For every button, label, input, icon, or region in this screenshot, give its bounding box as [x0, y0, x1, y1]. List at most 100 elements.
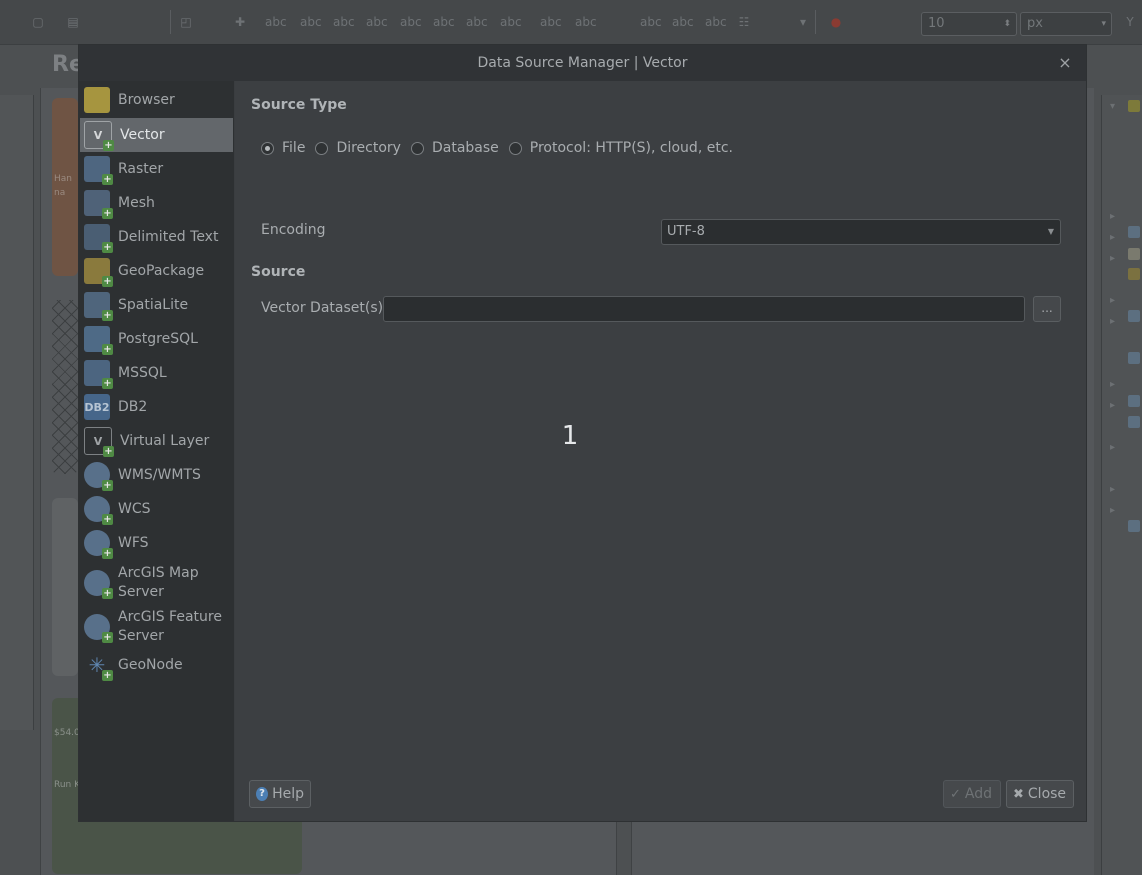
blank-thumbnail[interactable]: [52, 498, 78, 676]
add-node-icon[interactable]: ✚: [232, 14, 248, 30]
sidebar-item-postgresql[interactable]: + PostgreSQL: [80, 322, 233, 356]
tree-arrow-icon[interactable]: ▸: [1110, 211, 1115, 222]
label-tool-8-icon[interactable]: abc: [500, 14, 522, 30]
sidebar-item-mesh[interactable]: + Mesh: [80, 186, 233, 220]
sidebar-item-label: Vector: [120, 126, 165, 143]
map-thumbnail[interactable]: Han na: [52, 98, 78, 276]
sidebar-item-vector[interactable]: V + Vector: [80, 118, 233, 152]
encoding-select[interactable]: UTF-8 ▼: [661, 219, 1061, 245]
radio-indicator[interactable]: [410, 141, 424, 155]
sidebar-item-label: MSSQL: [118, 364, 167, 381]
hatched-thumbnail[interactable]: [52, 300, 78, 474]
tree-arrow-icon[interactable]: ▸: [1110, 400, 1115, 411]
add-button[interactable]: ✓ Add: [943, 780, 1001, 808]
label-tool-13-icon[interactable]: abc: [705, 14, 727, 30]
unit-select[interactable]: px ▾: [1020, 12, 1112, 36]
filter-icon[interactable]: Y: [1122, 14, 1138, 30]
tree-arrow-icon[interactable]: ▸: [1110, 232, 1115, 243]
label-tool-3-icon[interactable]: abc: [333, 14, 355, 30]
map-label: Run K: [54, 780, 81, 790]
tree-arrow-icon[interactable]: ▾: [1110, 101, 1115, 112]
sidebar-item-raster[interactable]: + Raster: [80, 152, 233, 186]
radio-indicator[interactable]: [508, 141, 522, 155]
vector-dataset-label: Vector Dataset(s): [261, 300, 384, 316]
sidebar-item-mssql[interactable]: + MSSQL: [80, 356, 233, 390]
close-button[interactable]: ✖ Close: [1006, 780, 1074, 808]
sidebar-item-wms-wmts[interactable]: + WMS/WMTS: [80, 458, 233, 492]
label-tool-6-icon[interactable]: abc: [433, 14, 455, 30]
browser-dock-panel: ▾ ▸ ▸ ▸ ▸ ▸ ▸ ▸ ▸ ▸ ▸: [1101, 95, 1142, 875]
label-tool-10-icon[interactable]: abc: [575, 14, 597, 30]
label-tool-9-icon[interactable]: abc: [540, 14, 562, 30]
radio-directory[interactable]: Directory: [315, 140, 401, 156]
tree-arrow-icon[interactable]: ▸: [1110, 442, 1115, 453]
mesh-icon: +: [84, 190, 113, 219]
home-icon[interactable]: [1128, 226, 1140, 238]
sidebar-item-geonode[interactable]: ✳ + GeoNode: [80, 648, 233, 682]
geopackage-icon[interactable]: [1128, 268, 1140, 280]
vector-dataset-input[interactable]: [383, 296, 1025, 322]
wms-icon[interactable]: [1128, 352, 1140, 364]
tree-arrow-icon[interactable]: ▸: [1110, 253, 1115, 264]
label-tool-4-icon[interactable]: abc: [366, 14, 388, 30]
folder-icon[interactable]: [1128, 248, 1140, 260]
wfs-icon[interactable]: [1128, 416, 1140, 428]
label-tool-icon[interactable]: abc: [265, 14, 287, 30]
select-icon[interactable]: ◰: [178, 14, 194, 30]
radio-file[interactable]: File: [261, 140, 305, 156]
tree-arrow-icon[interactable]: ▸: [1110, 295, 1115, 306]
clipboard-icon[interactable]: ▤: [65, 14, 81, 30]
sidebar-item-spatialite[interactable]: + SpatiaLite: [80, 288, 233, 322]
sidebar-item-arcgis-map-server[interactable]: + ArcGIS Map Server: [80, 561, 233, 605]
radio-indicator[interactable]: [315, 141, 329, 155]
sidebar-item-browser[interactable]: Browser: [80, 83, 233, 117]
help-icon: ?: [256, 787, 269, 801]
label-tool-11-icon[interactable]: abc: [640, 14, 662, 30]
font-size-spinbox[interactable]: 10 ⬍: [921, 12, 1017, 36]
tree-arrow-icon[interactable]: ▸: [1110, 379, 1115, 390]
data-source-manager-dialog: Data Source Manager | Vector × Browser V…: [78, 44, 1087, 822]
dropdown-arrow-icon[interactable]: ▾: [795, 14, 811, 30]
browse-button[interactable]: ...: [1033, 296, 1061, 322]
label-tool-2-icon[interactable]: abc: [300, 14, 322, 30]
radio-label: File: [282, 140, 306, 156]
close-icon[interactable]: ×: [1056, 54, 1074, 72]
tree-arrow-icon[interactable]: ▸: [1110, 484, 1115, 495]
record-icon[interactable]: ●: [828, 14, 844, 30]
delimited-text-icon: +: [84, 224, 113, 253]
sidebar-item-virtual-layer[interactable]: V + Virtual Layer: [80, 424, 233, 458]
radio-label: Protocol: HTTP(S), cloud, etc.: [529, 140, 733, 156]
tree-arrow-icon[interactable]: ▸: [1110, 505, 1115, 516]
dialog-titlebar[interactable]: Data Source Manager | Vector ×: [79, 45, 1086, 81]
layout-grid-icon[interactable]: ☷: [736, 14, 752, 30]
sidebar-item-geopackage[interactable]: + GeoPackage: [80, 254, 233, 288]
radio-indicator[interactable]: [261, 141, 274, 155]
arcgis-map-icon: +: [84, 570, 113, 599]
label-tool-7-icon[interactable]: abc: [466, 14, 488, 30]
sidebar-item-delimited-text[interactable]: + Delimited Text: [80, 220, 233, 254]
sidebar-item-wfs[interactable]: + WFS: [80, 526, 233, 560]
sidebar-item-wcs[interactable]: + WCS: [80, 492, 233, 526]
label-tool-12-icon[interactable]: abc: [672, 14, 694, 30]
geonode-icon[interactable]: [1128, 520, 1140, 532]
sidebar-item-arcgis-feature-server[interactable]: + ArcGIS Feature Server: [80, 605, 233, 649]
help-button[interactable]: ? Help: [249, 780, 311, 808]
folder-icon: [84, 87, 110, 113]
tree-arrow-icon[interactable]: ▸: [1110, 316, 1115, 327]
mssql-icon: +: [84, 360, 113, 389]
radio-protocol[interactable]: Protocol: HTTP(S), cloud, etc.: [508, 140, 733, 156]
vector-icon: V +: [84, 121, 114, 151]
label-tool-5-icon[interactable]: abc: [400, 14, 422, 30]
sidebar-item-label: WCS: [118, 500, 151, 517]
wfs-icon: +: [84, 530, 113, 559]
radio-database[interactable]: Database: [410, 140, 499, 156]
wcs-icon[interactable]: [1128, 395, 1140, 407]
left-dock-panel: [0, 95, 34, 730]
save-icon[interactable]: ▢: [30, 14, 46, 30]
postgresql-icon[interactable]: [1128, 310, 1140, 322]
sidebar-item-db2[interactable]: DB2 DB2: [80, 390, 233, 424]
sidebar-item-label: Mesh: [118, 194, 155, 211]
favorites-icon[interactable]: [1128, 100, 1140, 112]
encoding-value: UTF-8: [667, 224, 705, 239]
sidebar-item-label: Virtual Layer: [120, 432, 210, 449]
